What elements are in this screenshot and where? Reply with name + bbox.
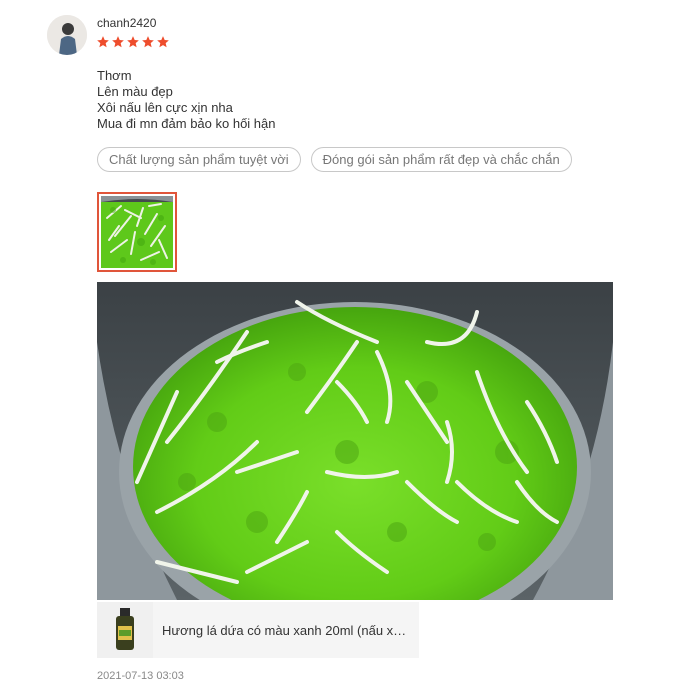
review-tag: Chất lượng sản phẩm tuyệt vời [97,147,301,172]
review-timestamp: 2021-07-13 03:03 [97,670,184,682]
review-tag: Đóng gói sản phẩm rất đẹp và chắc chắn [310,147,572,172]
media-thumbnail[interactable] [97,192,177,272]
thumbnail-image [101,196,173,268]
star-icon [112,36,124,48]
comment-line: Thơm [97,68,132,83]
product-thumbnail [97,602,153,658]
comment-line: Xôi nấu lên cực xịn nha [97,100,233,115]
rating-stars [96,35,170,49]
comment-line: Mua đi mn đảm bảo ko hối hận [97,116,276,131]
star-icon [97,36,109,48]
review-tags: Chất lượng sản phẩm tuyệt vời Đóng gói s… [97,147,572,172]
user-avatar[interactable] [47,15,87,55]
star-icon [127,36,139,48]
product-name[interactable]: Hương lá dứa có màu xanh 20ml (nấu xôi, … [162,623,408,638]
review-photo[interactable] [97,282,613,600]
review-comment: Thơm Lên màu đẹp Xôi nấu lên cực xịn nha… [97,68,276,132]
reviewer-username[interactable]: chanh2420 [97,16,156,30]
product-card[interactable]: Hương lá dứa có màu xanh 20ml (nấu xôi, … [97,602,419,658]
star-icon [157,36,169,48]
star-icon [142,36,154,48]
comment-line: Lên màu đẹp [97,84,173,99]
